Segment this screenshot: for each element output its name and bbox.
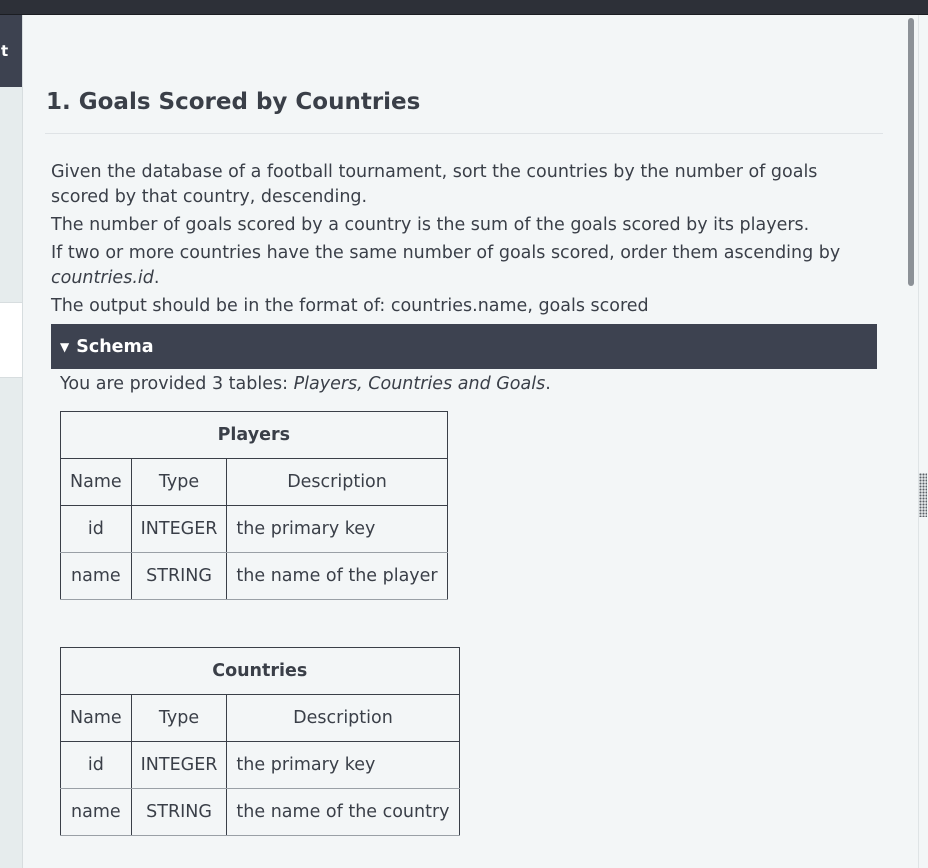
description-paragraph: Given the database of a football tournam… [51, 162, 818, 207]
left-panel-item[interactable] [0, 302, 22, 378]
scrollbar-thumb[interactable] [908, 18, 914, 286]
schema-intro-prefix: You are provided 3 tables: [60, 374, 294, 394]
problem-title: 1. Goals Scored by Countries [46, 89, 421, 115]
table-row: name STRING the name of the player [60, 552, 448, 600]
output-format: The output should be in the format of: c… [51, 296, 649, 316]
column-header: Description [226, 458, 448, 506]
table-cell: name [60, 552, 132, 600]
schema-intro-tables: Players, Countries and Goals [293, 374, 546, 394]
table-cell: the name of the country [226, 788, 460, 836]
table-title: Countries [60, 647, 460, 695]
top-bar [0, 0, 928, 15]
table-cell: name [60, 788, 132, 836]
triangle-down-icon: ▼ [60, 339, 70, 354]
table-cell: id [60, 741, 132, 789]
table-cell: INTEGER [130, 741, 228, 789]
table-cell: id [60, 505, 132, 553]
tiebreak-end: . [153, 268, 160, 288]
title-divider [45, 133, 883, 134]
table-cell: the name of the player [226, 552, 448, 600]
column-header: Description [226, 694, 460, 742]
table-cell: the primary key [226, 505, 448, 553]
description-paragraph: If two or more countries have the same n… [51, 241, 877, 291]
description-paragraph: The number of goals scored by a country … [51, 215, 810, 235]
right-panel-edge [918, 15, 928, 868]
schema-intro-suffix: . [545, 374, 551, 394]
column-header: Type [130, 694, 228, 742]
tiebreak-text: If two or more countries have the same n… [51, 243, 841, 263]
table-cell: STRING [130, 788, 228, 836]
table-row: name STRING the name of the country [60, 788, 460, 836]
column-header: Type [130, 458, 228, 506]
left-panel-tab-label: t [1, 42, 9, 60]
schema-intro: You are provided 3 tables: Players, Coun… [60, 374, 551, 394]
table-cell: STRING [130, 552, 228, 600]
left-panel [0, 15, 23, 868]
tiebreak-field: countries.id [51, 268, 154, 288]
problem-content: 1. Goals Scored by Countries Given the d… [22, 15, 908, 868]
schema-label: Schema [76, 336, 154, 357]
table-cell: INTEGER [130, 505, 228, 553]
table-title: Players [60, 411, 448, 459]
table-cell: the primary key [226, 741, 460, 789]
countries-table: Countries Name Type Description id INTEG… [60, 647, 460, 836]
schema-toggle[interactable]: ▼ Schema [51, 324, 877, 369]
table-row: id INTEGER the primary key [60, 741, 460, 789]
column-header: Name [60, 458, 132, 506]
left-panel-tab[interactable]: t [0, 15, 22, 87]
table-row: id INTEGER the primary key [60, 505, 448, 553]
grip-dots-icon[interactable] [919, 473, 927, 517]
problem-description: Given the database of a football tournam… [51, 160, 877, 322]
column-header: Name [60, 694, 132, 742]
players-table: Players Name Type Description id INTEGER… [60, 411, 448, 600]
